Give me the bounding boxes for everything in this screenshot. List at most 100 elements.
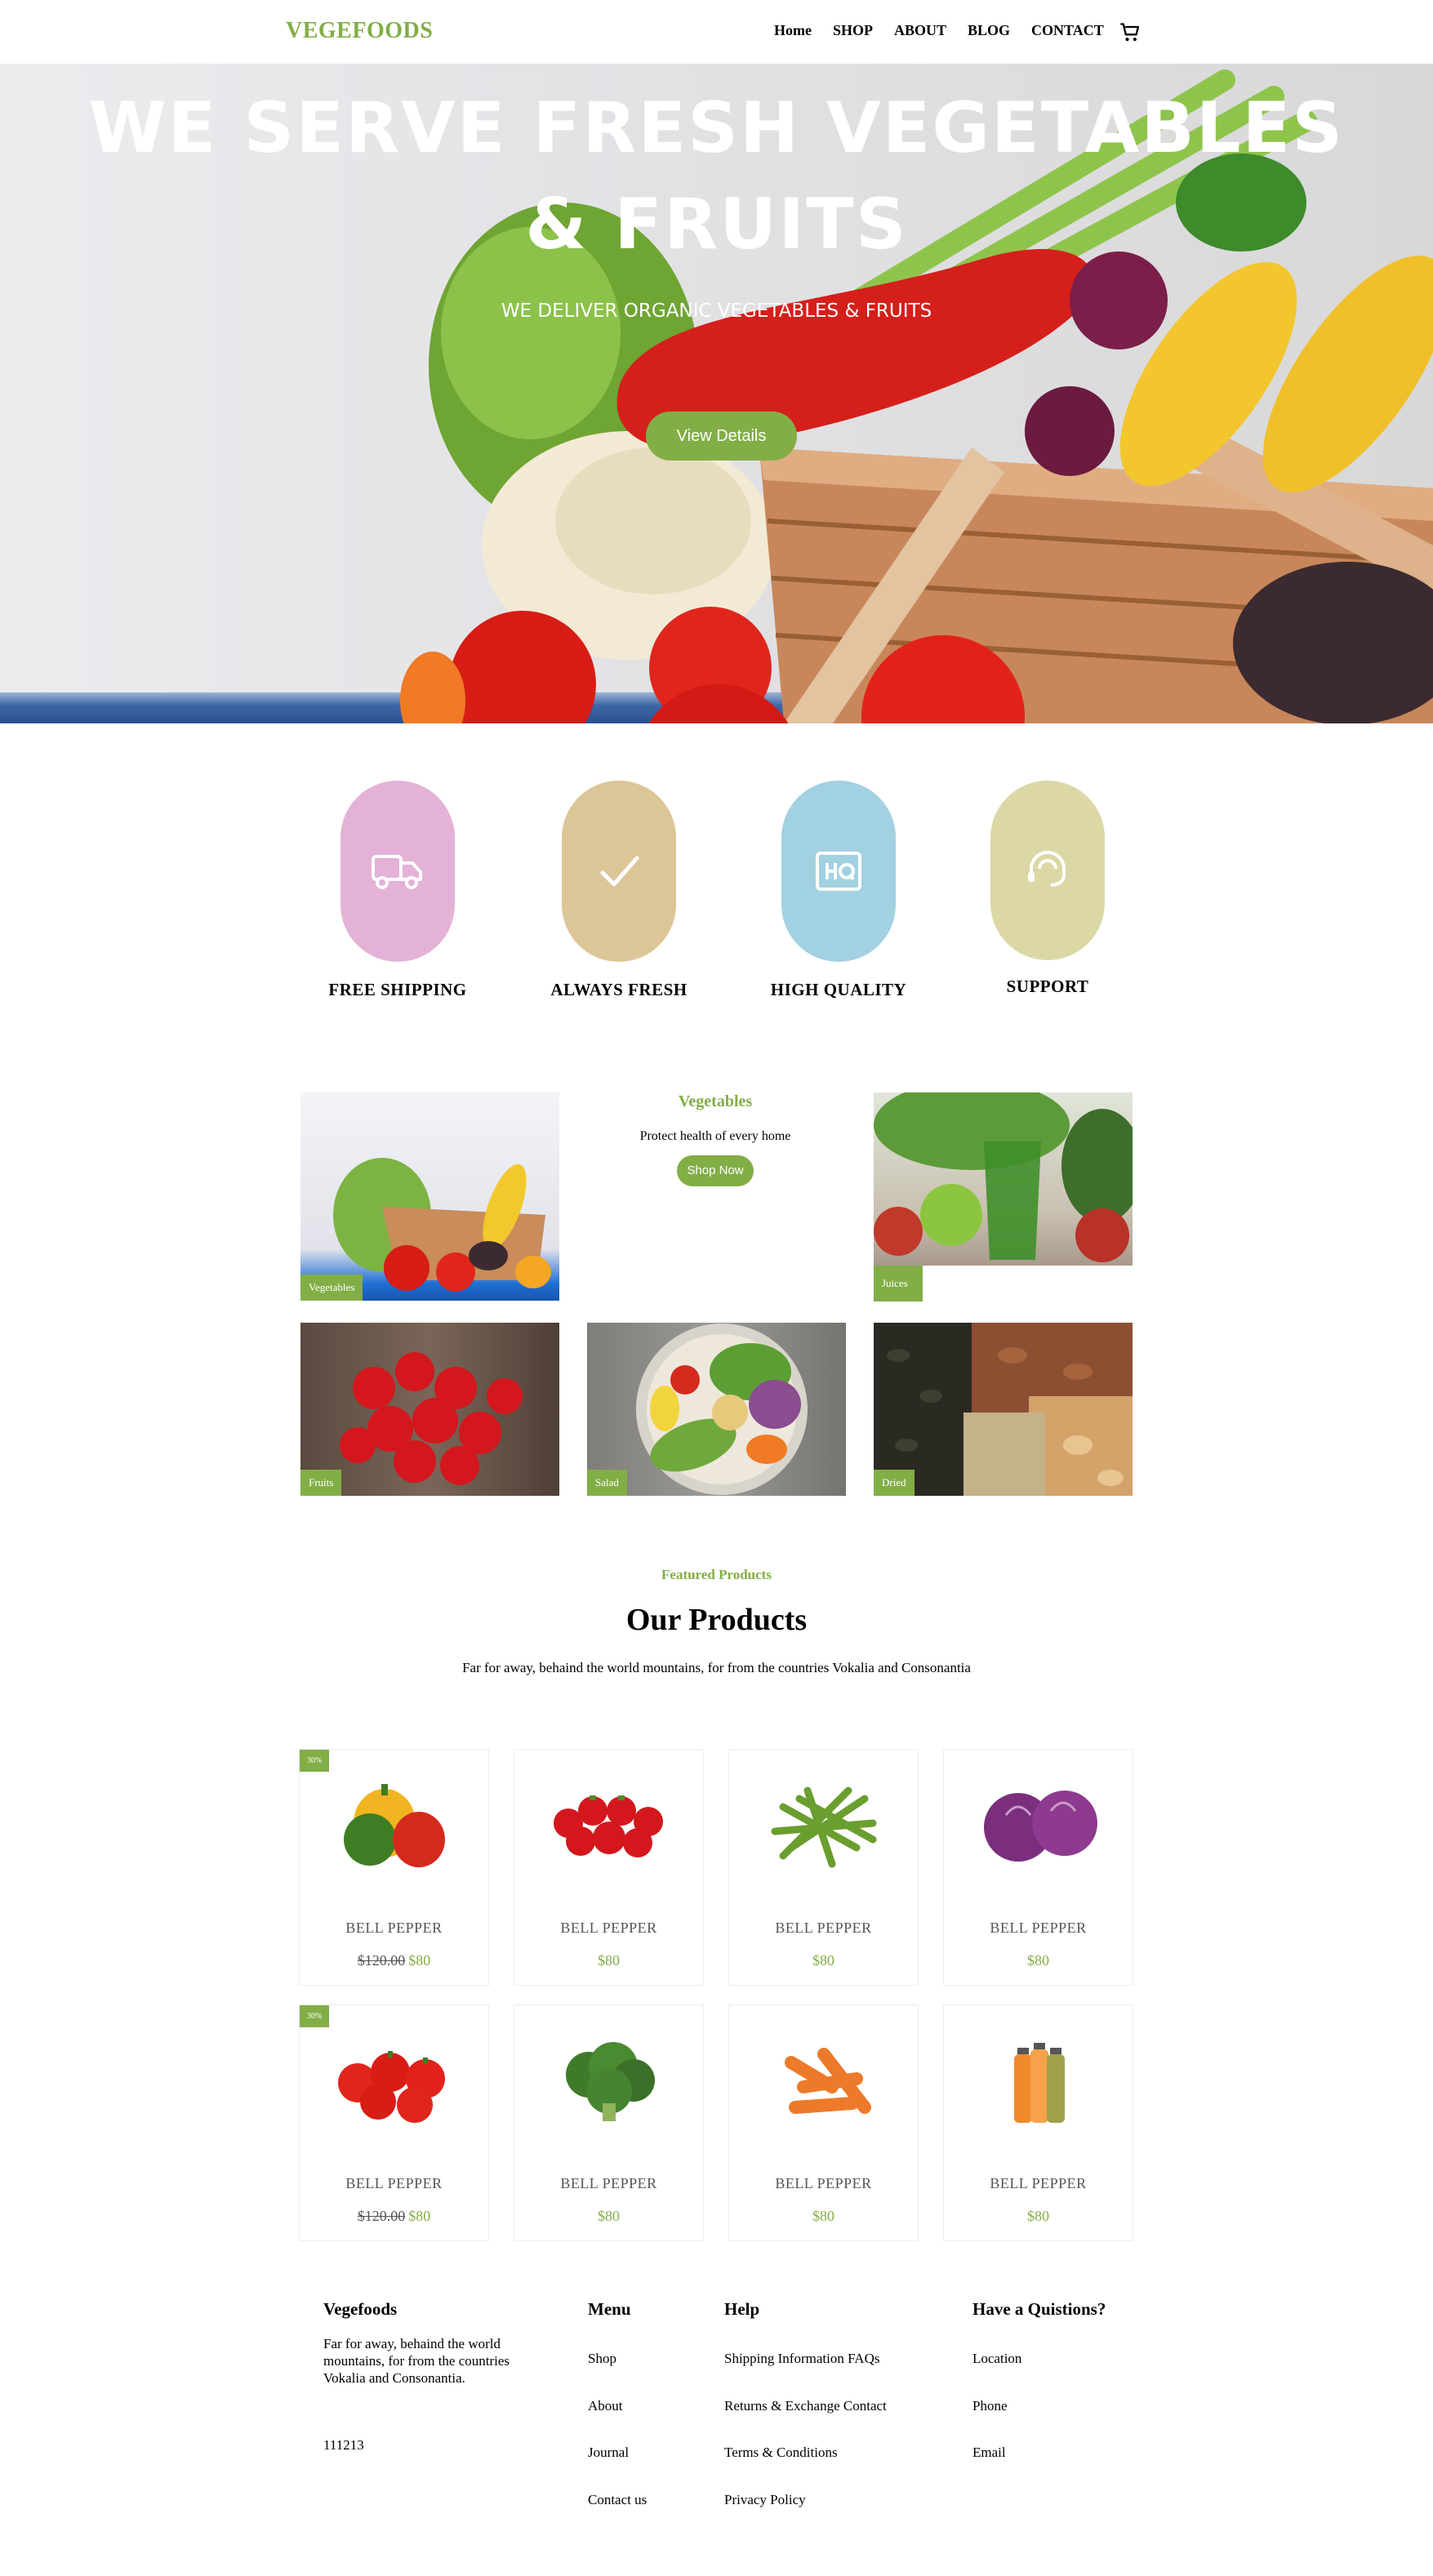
- feature-always-fresh: ALWAYS FRESH: [550, 781, 687, 999]
- new-price: $80: [1027, 2208, 1049, 2224]
- feature-label: ALWAYS FRESH: [550, 980, 688, 999]
- tomatoes-image: [338, 2051, 445, 2123]
- category-vegetables[interactable]: Vegetables: [300, 1092, 559, 1301]
- hero-title-line2: & FRUITS: [525, 184, 908, 265]
- footer-link-shipping[interactable]: Shipping Information FAQs: [724, 2351, 879, 2367]
- nav-contact[interactable]: CONTACT: [1031, 22, 1104, 39]
- product-card[interactable]: BELL PEPPER $80: [728, 1749, 919, 1986]
- headset-icon: [1028, 851, 1066, 887]
- footer-help-title: Help: [724, 2299, 760, 2319]
- brand-logo[interactable]: VEGEFOODS: [286, 18, 433, 44]
- new-price: $80: [408, 1952, 431, 1969]
- footer-code: 111213: [323, 2437, 364, 2453]
- new-price: $80: [1027, 1952, 1049, 1969]
- category-dried[interactable]: Dried: [874, 1323, 1133, 1496]
- category-tag: Vegetables: [300, 1275, 363, 1301]
- feature-label: SUPPORT: [1006, 977, 1089, 996]
- product-name: BELL PEPPER: [560, 2175, 657, 2191]
- footer-link-contact[interactable]: Contact us: [588, 2492, 647, 2508]
- juice-bottles-image: [1014, 2043, 1065, 2123]
- bell-pepper-image: [344, 1784, 445, 1867]
- product-card[interactable]: BELL PEPPER $80: [943, 2004, 1133, 2241]
- nav-about[interactable]: ABOUT: [894, 22, 946, 39]
- nav-blog[interactable]: BLOG: [968, 22, 1010, 39]
- product-price: $120.00 $80: [300, 2208, 488, 2225]
- green-beans-image: [771, 1786, 877, 1868]
- category-featured-title: Vegetables: [678, 1092, 753, 1110]
- product-card[interactable]: BELL PEPPER $80: [514, 1749, 704, 1986]
- section-title: Our Products: [625, 1603, 808, 1637]
- hq-icon: [816, 852, 861, 891]
- hero-title: WE SERVE FRESH VEGETABLES & FRUITS: [0, 80, 1433, 273]
- product-price: $80: [729, 1952, 918, 1969]
- footer-contact-title: Have a Quistions?: [972, 2299, 1106, 2319]
- category-featured: Vegetables Protect health of every home …: [586, 1092, 844, 1186]
- product-name: BELL PEPPER: [345, 2175, 443, 2191]
- product-price: $80: [944, 2208, 1133, 2225]
- feature-label: FREE SHIPPING: [328, 980, 467, 999]
- category-salad[interactable]: Salad: [587, 1323, 846, 1496]
- nav-shop[interactable]: SHOP: [833, 22, 873, 39]
- category-tag-juices: Juices: [874, 1266, 923, 1301]
- product-price: $80: [944, 1952, 1133, 1969]
- product-name: BELL PEPPER: [775, 1920, 872, 1936]
- feature-support: SUPPORT: [990, 781, 1105, 996]
- category-tag: Fruits: [300, 1470, 342, 1496]
- old-price: $120.00: [357, 1952, 406, 1969]
- new-price: $80: [408, 2208, 431, 2224]
- category-juices[interactable]: Juices: [874, 1092, 1133, 1266]
- product-price: $80: [729, 2208, 918, 2225]
- footer-location[interactable]: Location: [972, 2351, 1021, 2367]
- footer-link-about[interactable]: About: [588, 2398, 623, 2414]
- feature-free-shipping: FREE SHIPPING: [328, 781, 466, 999]
- discount-badge: 30%: [300, 1750, 330, 1772]
- product-card[interactable]: BELL PEPPER $80: [514, 2004, 704, 2241]
- view-details-button[interactable]: View Details: [646, 412, 797, 460]
- shop-now-button[interactable]: Shop Now: [677, 1155, 754, 1186]
- product-card[interactable]: 30% BELL PEPPER $120.00 $80: [299, 2004, 489, 2241]
- section-subheading: Featured Products: [661, 1567, 772, 1582]
- product-card[interactable]: 30% BELL PEPPER $120.00 $80: [299, 1749, 489, 1986]
- navbar: VEGEFOODS Home SHOP ABOUT BLOG CONTACT: [0, 0, 1433, 64]
- feature-pill: [781, 781, 896, 962]
- product-name: BELL PEPPER: [990, 1920, 1087, 1936]
- hero-banner: WE SERVE FRESH VEGETABLES & FRUITS WE DE…: [0, 64, 1433, 723]
- feature-label: HIGH QUALITY: [770, 980, 907, 999]
- product-name: BELL PEPPER: [345, 1920, 443, 1936]
- footer-link-journal[interactable]: Journal: [588, 2445, 629, 2461]
- cart-icon[interactable]: [1119, 21, 1142, 44]
- feature-pill: [990, 781, 1105, 960]
- product-name: BELL PEPPER: [990, 2175, 1087, 2191]
- hero-subtitle: WE DELIVER ORGANIC VEGETABLES & FRUITS: [501, 300, 932, 322]
- footer-phone[interactable]: Phone: [972, 2398, 1008, 2414]
- product-price: $80: [514, 1952, 703, 1969]
- truck-icon: [372, 855, 422, 889]
- category-tag: Salad: [587, 1470, 627, 1496]
- new-price: $80: [812, 2208, 834, 2224]
- check-icon: [600, 856, 639, 887]
- product-name: BELL PEPPER: [775, 2175, 872, 2191]
- new-price: $80: [812, 1952, 834, 1969]
- feature-pill: [562, 781, 676, 962]
- feature-pill: [340, 781, 455, 962]
- feature-high-quality: HIGH QUALITY: [771, 781, 906, 999]
- purple-cabbage-image: [984, 1791, 1097, 1862]
- footer-link-terms[interactable]: Terms & Conditions: [724, 2445, 838, 2461]
- product-card[interactable]: BELL PEPPER $80: [728, 2004, 919, 2241]
- product-card[interactable]: BELL PEPPER $80: [943, 1749, 1133, 1986]
- strawberry-image: [554, 1795, 663, 1857]
- footer-brand: Vegefoods: [323, 2299, 398, 2319]
- footer-about: Far for away, behaind the world mountain…: [323, 2336, 510, 2386]
- nav-home[interactable]: Home: [774, 22, 812, 39]
- footer-link-privacy[interactable]: Privacy Policy: [724, 2492, 806, 2508]
- category-tag: Dried: [874, 1470, 915, 1496]
- hero-title-line1: WE SERVE FRESH VEGETABLES: [88, 87, 1345, 169]
- category-fruits[interactable]: Fruits: [300, 1323, 559, 1496]
- footer-link-returns[interactable]: Returns & Exchange Contact: [724, 2398, 887, 2414]
- footer-email[interactable]: Email: [972, 2445, 1006, 2461]
- new-price: $80: [598, 1952, 620, 1969]
- carrots-image: [785, 2048, 871, 2114]
- footer-link-shop[interactable]: Shop: [588, 2351, 616, 2367]
- main-menu: Home SHOP ABOUT BLOG CONTACT: [774, 22, 1125, 39]
- product-price: $120.00 $80: [300, 1952, 488, 1969]
